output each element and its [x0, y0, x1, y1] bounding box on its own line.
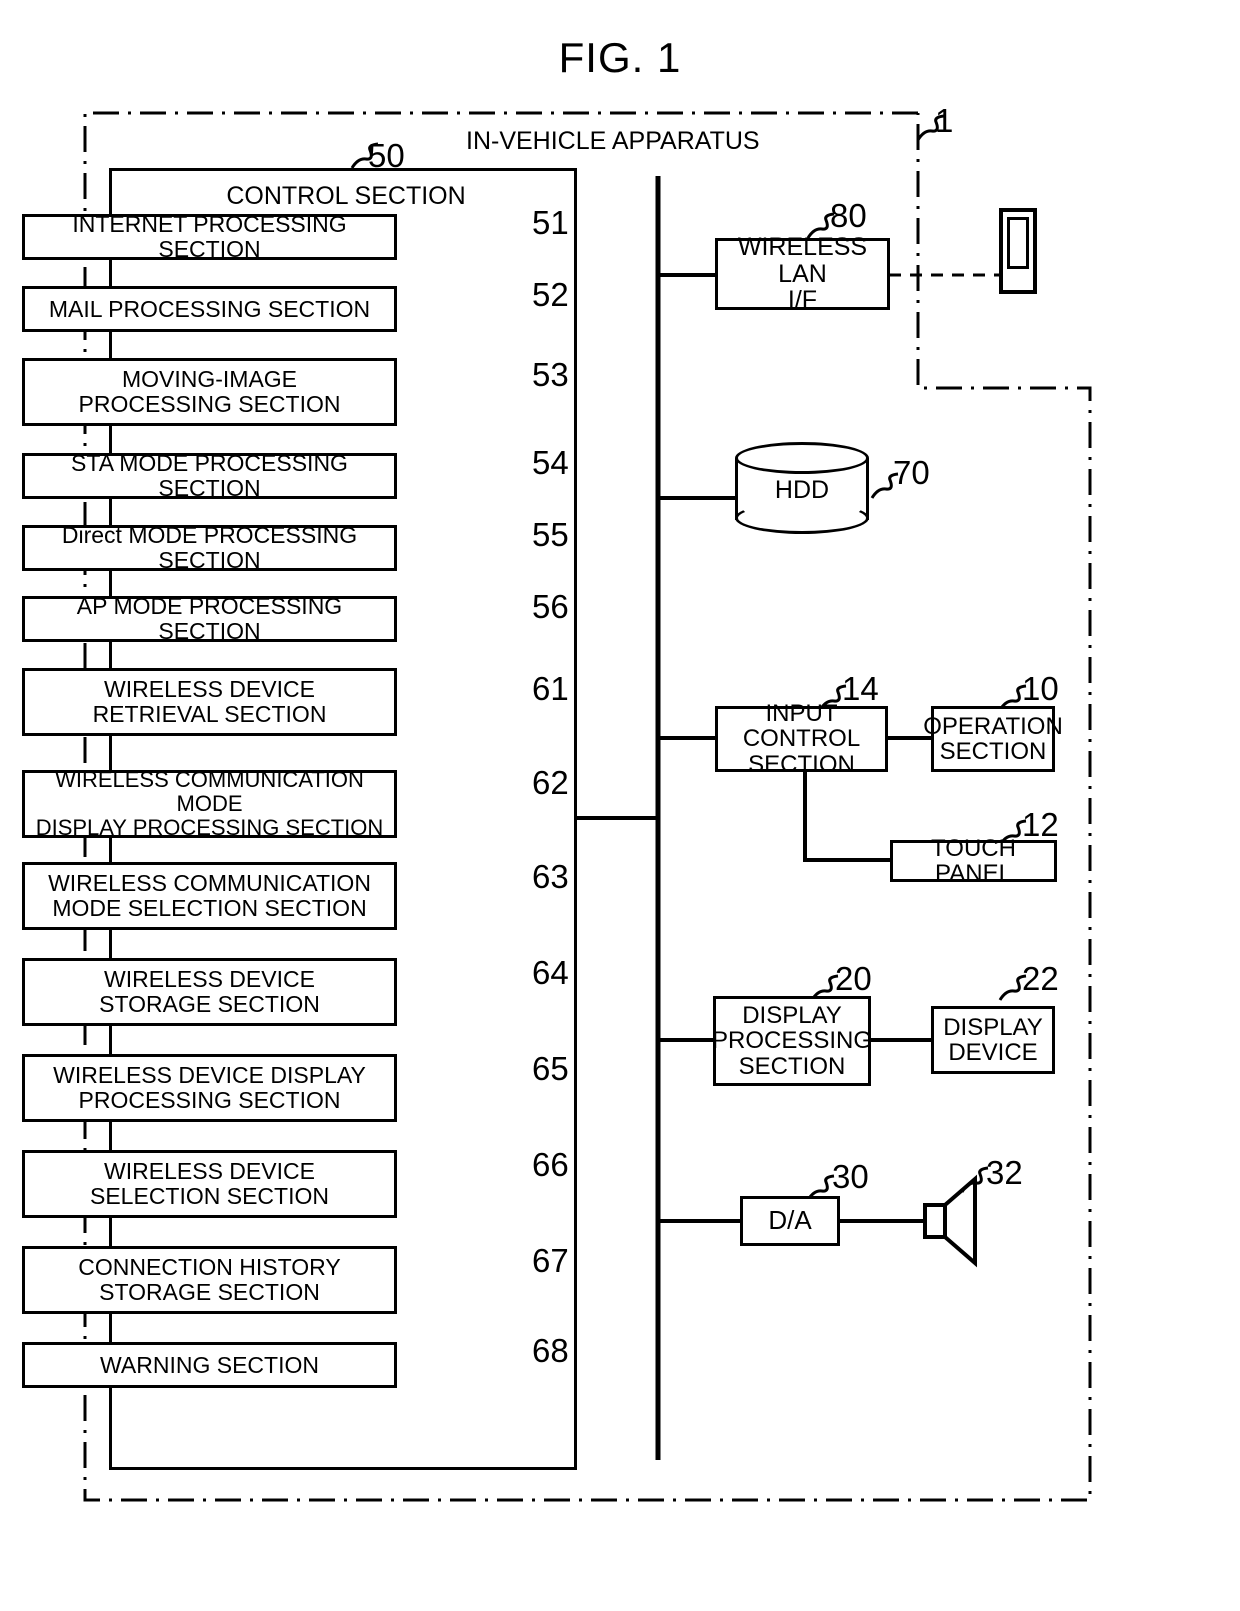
unit-internet-processing[interactable]: INTERNET PROCESSING SECTION [22, 211, 397, 262]
unit-label: INTERNET PROCESSING SECTION [72, 211, 347, 262]
da-converter-label: D/A [768, 1205, 812, 1236]
unit-wireless-comm-mode-selection[interactable]: WIRELESS COMMUNICATION MODE SELECTION SEC… [22, 862, 397, 930]
unit-connection-history-storage[interactable]: CONNECTION HISTORY STORAGE SECTION [22, 1246, 397, 1314]
ref-numeral-56: 56 [532, 588, 569, 625]
ref-numeral-62: 62 [532, 764, 569, 801]
unit-label: WARNING SECTION [100, 1351, 319, 1378]
ref-numeral-64: 64 [532, 954, 569, 991]
ref-numeral-14: 14 [842, 670, 879, 707]
unit-wireless-device-storage[interactable]: WIRELESS DEVICE STORAGE SECTION [22, 958, 397, 1026]
wireless-lan-interface-label: WIRELESS LAN I/F [737, 233, 868, 315]
ref-numeral-80: 80 [830, 197, 867, 234]
control-section-title: CONTROL SECTION [226, 182, 466, 210]
wireless-lan-interface-box[interactable]: WIRELESS LAN I/F [715, 234, 890, 313]
display-processing-section-box[interactable]: DISPLAY PROCESSING SECTION [711, 996, 873, 1086]
ref-numeral-10: 10 [1022, 670, 1059, 707]
unit-label: WIRELESS COMMUNICATION MODE DISPLAY PROCE… [35, 767, 384, 840]
apparatus-label: IN-VEHICLE APPARATUS [466, 127, 760, 155]
unit-label: WIRELESS DEVICE STORAGE SECTION [99, 966, 320, 1017]
da-converter-box[interactable]: D/A [740, 1196, 840, 1246]
unit-label: WIRELESS DEVICE DISPLAY PROCESSING SECTIO… [53, 1062, 366, 1113]
ref-numeral-53: 53 [532, 356, 569, 393]
unit-label: WIRELESS COMMUNICATION MODE SELECTION SEC… [48, 870, 371, 921]
hdd-label: HDD [774, 476, 830, 504]
ref-numeral-51: 51 [532, 204, 569, 241]
unit-ap-mode-processing[interactable]: AP MODE PROCESSING SECTION [22, 593, 397, 644]
unit-sta-mode-processing[interactable]: STA MODE PROCESSING SECTION [22, 450, 397, 501]
unit-moving-image-processing[interactable]: MOVING-IMAGE PROCESSING SECTION [22, 358, 397, 426]
unit-wireless-device-retrieval[interactable]: WIRELESS DEVICE RETRIEVAL SECTION [22, 668, 397, 736]
unit-direct-mode-processing[interactable]: Direct MODE PROCESSING SECTION [22, 522, 397, 573]
ref-numeral-66: 66 [532, 1146, 569, 1183]
ref-numeral-20: 20 [835, 960, 872, 997]
unit-label: WIRELESS DEVICE RETRIEVAL SECTION [92, 676, 327, 727]
operation-section-label: OPERATION SECTION [923, 712, 1063, 765]
hdd-top-ellipse [735, 442, 869, 474]
display-device-box[interactable]: DISPLAY DEVICE [931, 1006, 1055, 1074]
touch-panel-label: TOUCH PANEL [931, 834, 1016, 887]
touch-panel-box[interactable]: TOUCH PANEL [890, 835, 1057, 886]
ref-numeral-52: 52 [532, 276, 569, 313]
figure-canvas: FIG. 1 IN-VEHICLE APPARATUS 1 CONTROL SE… [0, 0, 1240, 1611]
input-control-section-label: INPUT CONTROL SECTION [742, 699, 861, 778]
unit-wireless-device-selection[interactable]: WIRELESS DEVICE SELECTION SECTION [22, 1150, 397, 1218]
ref-numeral-apparatus: 1 [935, 102, 954, 139]
ref-numeral-12: 12 [1022, 806, 1059, 843]
unit-wireless-comm-mode-display-processing[interactable]: WIRELESS COMMUNICATION MODE DISPLAY PROCE… [22, 767, 397, 840]
mobile-device-icon [999, 208, 1037, 294]
hdd-cylinder[interactable]: HDD [735, 442, 869, 534]
unit-label: CONNECTION HISTORY STORAGE SECTION [78, 1254, 341, 1305]
unit-warning-section[interactable]: WARNING SECTION [22, 1342, 397, 1388]
ref-numeral-63: 63 [532, 858, 569, 895]
ref-numeral-65: 65 [532, 1050, 569, 1087]
ref-numeral-61: 61 [532, 670, 569, 707]
ref-numeral-22: 22 [1022, 960, 1059, 997]
figure-title: FIG. 1 [558, 34, 682, 81]
unit-label: WIRELESS DEVICE SELECTION SECTION [90, 1158, 329, 1209]
ref-numeral-control-section: 50 [368, 137, 405, 174]
unit-label: MOVING-IMAGE PROCESSING SECTION [78, 366, 341, 417]
display-device-label: DISPLAY DEVICE [943, 1013, 1043, 1066]
mobile-device-screen [1007, 217, 1029, 269]
ref-numeral-55: 55 [532, 516, 569, 553]
ref-numeral-68: 68 [532, 1332, 569, 1369]
input-control-section-box[interactable]: INPUT CONTROL SECTION [715, 701, 888, 777]
ref-numeral-67: 67 [532, 1242, 569, 1279]
display-processing-section-label: DISPLAY PROCESSING SECTION [711, 1001, 873, 1080]
unit-mail-processing[interactable]: MAIL PROCESSING SECTION [22, 286, 397, 332]
operation-section-box[interactable]: OPERATION SECTION [923, 706, 1063, 772]
ref-numeral-54: 54 [532, 444, 569, 481]
unit-label: STA MODE PROCESSING SECTION [71, 450, 348, 501]
hdd-bottom-ellipse [735, 502, 869, 534]
unit-label: AP MODE PROCESSING SECTION [76, 593, 343, 644]
ref-numeral-70: 70 [893, 454, 930, 491]
ref-numeral-32: 32 [986, 1154, 1023, 1191]
unit-label: Direct MODE PROCESSING SECTION [61, 522, 358, 573]
unit-label: MAIL PROCESSING SECTION [48, 295, 371, 322]
unit-wireless-device-display-processing[interactable]: WIRELESS DEVICE DISPLAY PROCESSING SECTIO… [22, 1054, 397, 1122]
ref-numeral-30: 30 [832, 1158, 869, 1195]
